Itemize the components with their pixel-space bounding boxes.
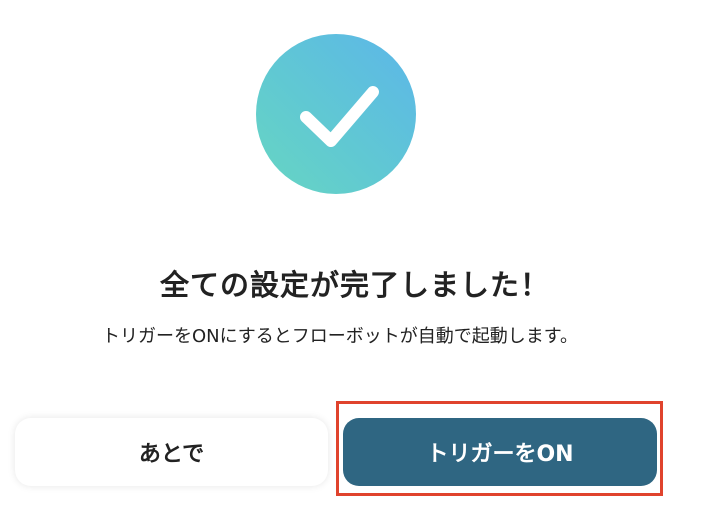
later-button[interactable]: あとで [15,418,328,486]
check-icon [300,86,379,147]
success-check-icon [256,34,416,194]
setup-complete-dialog: 全ての設定が完了しました！ トリガーをONにするとフローボットが自動で起動します… [0,0,710,516]
trigger-on-button[interactable]: トリガーをON [343,418,657,486]
dialog-title: 全ての設定が完了しました！ [159,268,550,302]
dialog-message: トリガーをONにするとフローボットが自動で起動します。 [101,326,578,347]
